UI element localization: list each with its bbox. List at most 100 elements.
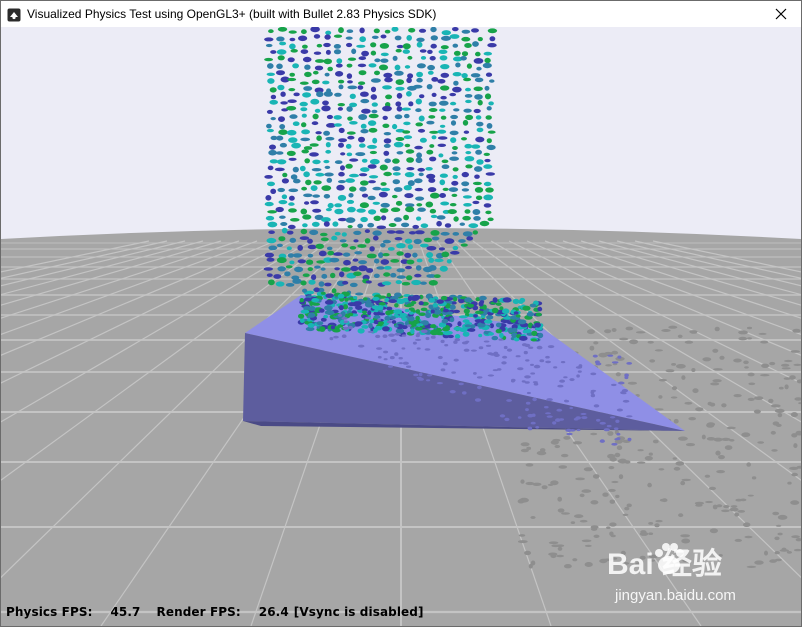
rigid-body: [273, 274, 282, 279]
physics-viewport[interactable]: Bai 经验 jingyan.baidu.com Physics FPS: 45.…: [1, 27, 801, 626]
rigid-body: [738, 336, 748, 341]
rigid-body: [401, 281, 411, 286]
rigid-body: [416, 41, 423, 48]
rigid-body: [453, 108, 460, 112]
rigid-body: [300, 107, 308, 112]
rigid-body: [498, 338, 504, 341]
rigid-body: [387, 247, 395, 251]
rigid-body: [637, 461, 646, 464]
rigid-body: [618, 474, 624, 480]
rigid-body: [292, 121, 300, 126]
rigid-body: [747, 337, 752, 340]
rigid-body: [458, 239, 466, 243]
rigid-body: [268, 230, 275, 234]
rigid-body: [572, 558, 578, 562]
rigid-body: [395, 280, 402, 285]
rigid-body: [346, 29, 354, 33]
rigid-body: [396, 268, 406, 273]
rigid-body: [472, 41, 479, 47]
rigid-body: [323, 58, 332, 65]
rigid-body: [724, 445, 733, 450]
rigid-body: [355, 152, 366, 157]
rigid-body: [380, 187, 391, 192]
rigid-body: [347, 57, 357, 61]
rigid-body: [483, 152, 490, 156]
rigid-body: [325, 142, 331, 148]
rigid-body: [428, 101, 437, 107]
rigid-body: [721, 403, 727, 408]
rigid-body: [333, 44, 341, 49]
rigid-body: [684, 340, 694, 344]
rigid-body: [563, 376, 568, 379]
rigid-body: [527, 426, 533, 430]
rigid-body: [393, 187, 403, 192]
rigid-body: [415, 326, 423, 331]
rigid-body: [370, 42, 377, 48]
rigid-body: [382, 105, 392, 112]
rigid-body: [556, 408, 563, 412]
rigid-body: [593, 404, 600, 408]
rigid-body: [342, 280, 349, 285]
rigid-body: [775, 423, 782, 427]
rigid-body: [485, 172, 495, 176]
rigid-body: [451, 193, 458, 197]
rigid-body: [718, 455, 725, 460]
rigid-body: [414, 178, 423, 184]
rigid-body: [547, 483, 554, 486]
rigid-body: [770, 404, 781, 408]
rigid-body: [431, 135, 437, 140]
rigid-body: [416, 63, 426, 69]
rigid-body: [367, 195, 376, 201]
rigid-body: [532, 397, 537, 402]
rigid-body: [544, 406, 549, 409]
rigid-body: [744, 535, 753, 539]
title-bar[interactable]: Visualized Physics Test using OpenGL3+ (…: [1, 1, 801, 27]
rigid-body: [360, 98, 370, 104]
rigid-body: [464, 297, 472, 303]
rigid-body: [347, 225, 353, 229]
rigid-body: [671, 386, 678, 391]
rigid-body: [382, 334, 388, 339]
rigid-body: [747, 494, 754, 497]
rigid-body: [459, 222, 465, 226]
rigid-body: [463, 308, 470, 314]
rigid-body: [761, 363, 770, 368]
rigid-body: [371, 35, 379, 39]
rigid-body: [394, 114, 403, 120]
rigid-body: [383, 72, 393, 78]
rigid-body: [527, 413, 534, 418]
rigid-body: [452, 245, 459, 251]
rigid-body: [512, 298, 520, 305]
rigid-body: [442, 187, 449, 191]
rigid-body: [414, 273, 422, 278]
rigid-body: [338, 79, 345, 84]
rigid-body: [751, 476, 757, 480]
close-button[interactable]: [761, 1, 801, 27]
rigid-body: [678, 436, 688, 441]
window-title: Visualized Physics Test using OpenGL3+ (…: [27, 7, 437, 21]
rigid-body: [406, 91, 412, 97]
rigid-body: [306, 259, 314, 265]
rigid-body: [430, 230, 440, 236]
rigid-body: [441, 327, 450, 332]
rigid-body: [461, 36, 471, 42]
rigid-body: [483, 181, 492, 187]
rigid-body: [581, 416, 588, 420]
rigid-body: [380, 58, 389, 63]
rigid-body: [355, 292, 364, 296]
rigid-body: [476, 159, 484, 165]
rigid-body: [615, 372, 621, 377]
rigid-body: [627, 381, 638, 385]
rigid-body: [339, 239, 347, 243]
rigid-body: [300, 208, 308, 215]
rigid-body: [430, 35, 438, 41]
rigid-body: [476, 376, 483, 379]
rigid-body: [302, 288, 308, 293]
rigid-body: [463, 203, 472, 207]
rigid-body: [338, 217, 347, 222]
rigid-body: [404, 308, 410, 313]
rigid-body: [618, 381, 625, 385]
rigid-body: [775, 524, 782, 527]
rigid-body: [288, 30, 297, 34]
rigid-body: [277, 55, 285, 61]
